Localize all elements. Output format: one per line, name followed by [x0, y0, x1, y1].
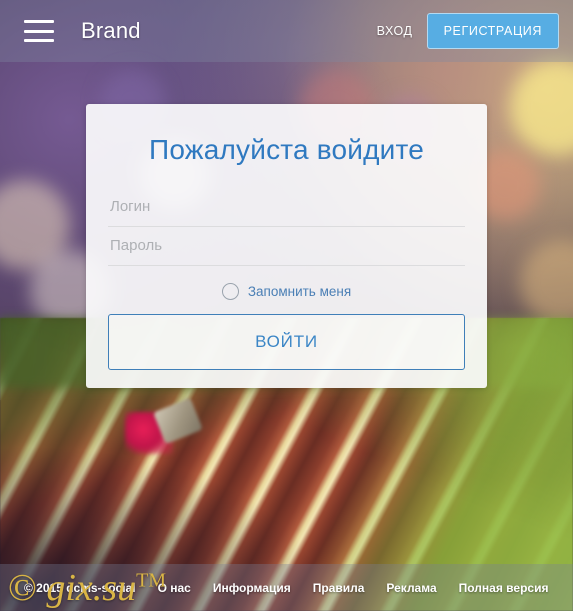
username-field[interactable]	[108, 188, 465, 227]
footer-link-information[interactable]: Информация	[213, 581, 291, 595]
hamburger-bar	[24, 29, 54, 33]
footer-bar: © 2015 dcms-social О нас Информация Прав…	[0, 564, 573, 611]
hamburger-bar	[24, 39, 54, 42]
footer-link-advertising[interactable]: Реклама	[386, 581, 436, 595]
username-input[interactable]	[108, 188, 465, 226]
login-title: Пожалуйста войдите	[149, 134, 424, 165]
remember-me-label: Запомнить меня	[247, 284, 352, 299]
brand-logo[interactable]: Brand	[81, 18, 141, 44]
footer-link-full-version[interactable]: Полная версия	[459, 581, 549, 595]
navbar-actions: ВХОД РЕГИСТРАЦИЯ	[363, 13, 559, 49]
login-submit-button[interactable]: ВОЙТИ	[108, 314, 465, 370]
hamburger-bar	[24, 20, 54, 23]
remember-me-row[interactable]: Запомнить меня	[108, 266, 465, 314]
register-button[interactable]: РЕГИСТРАЦИЯ	[426, 13, 559, 49]
login-card: Пожалуйста войдите Запомнить меня ВОЙТИ	[86, 104, 487, 388]
top-navbar: Brand ВХОД РЕГИСТРАЦИЯ	[0, 0, 573, 62]
footer-link-about[interactable]: О нас	[158, 581, 191, 595]
footer-link-rules[interactable]: Правила	[313, 581, 365, 595]
login-link[interactable]: ВХОД	[363, 16, 427, 46]
password-field[interactable]	[108, 227, 465, 266]
remember-me-checkbox[interactable]	[221, 283, 239, 300]
password-input[interactable]	[108, 227, 465, 265]
hamburger-menu-icon[interactable]	[24, 20, 54, 42]
footer-copyright: © 2015 dcms-social	[24, 580, 136, 595]
